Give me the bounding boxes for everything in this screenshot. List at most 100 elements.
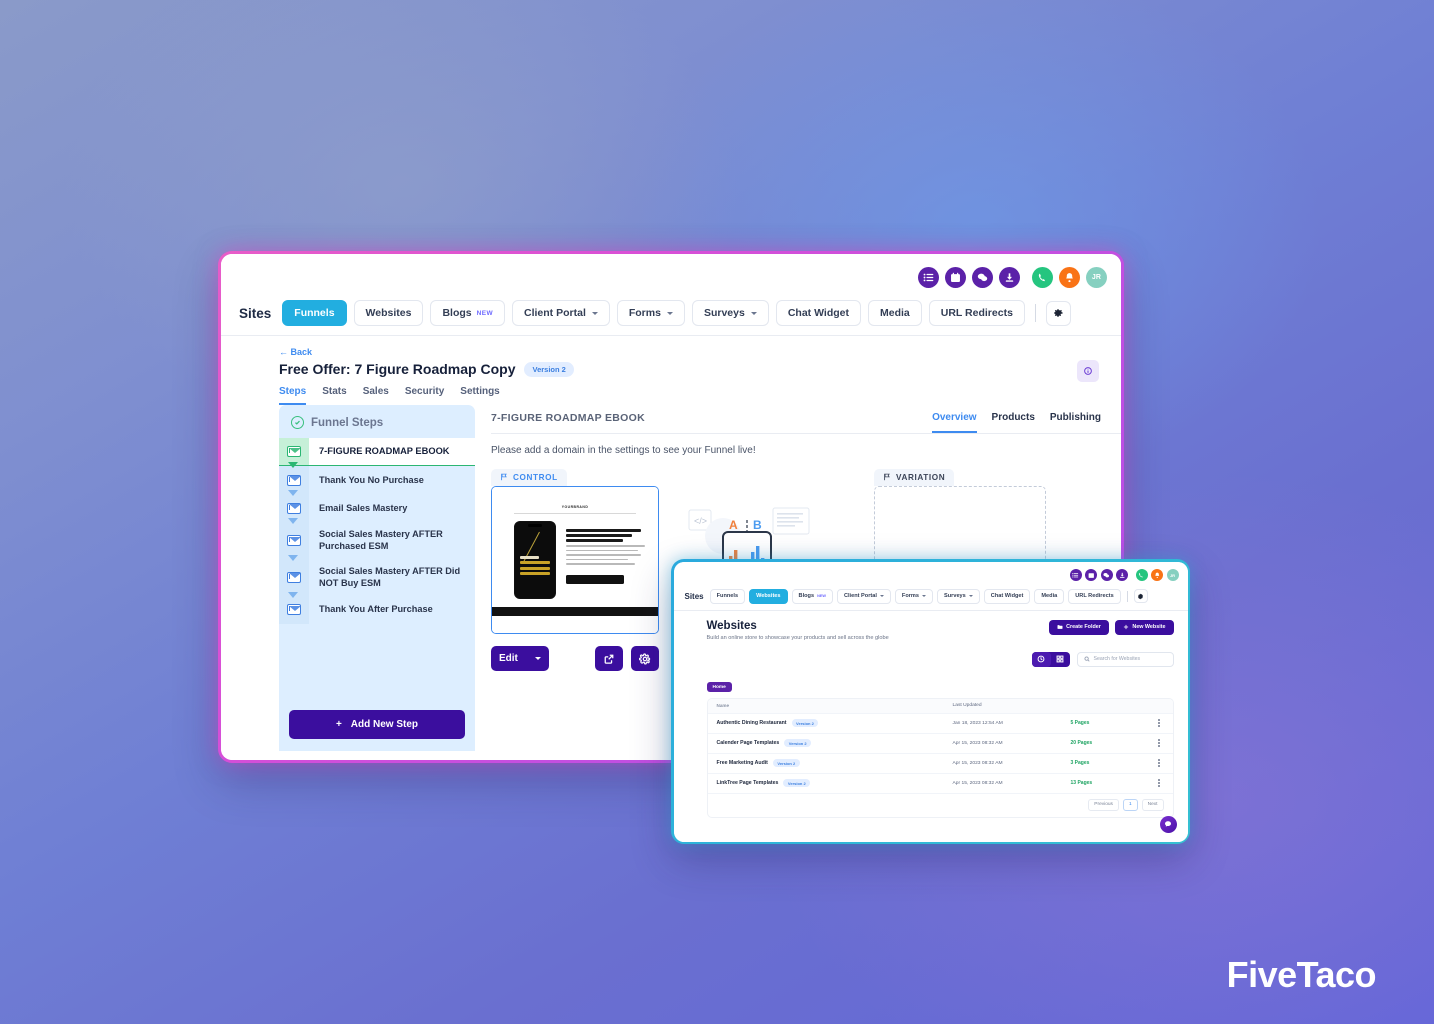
tab-publishing[interactable]: Publishing — [1050, 412, 1101, 433]
nav-item-funnels[interactable]: Funnels — [709, 588, 746, 604]
phone-icon[interactable] — [1135, 569, 1148, 581]
column-header-last-updated: Last Updated — [952, 703, 982, 708]
row-actions-cell — [1127, 719, 1164, 727]
website-name-cell: Calender Page Templates Version 2 — [717, 738, 953, 748]
nav-item-surveys[interactable]: Surveys — [691, 300, 769, 326]
nav-item-forms[interactable]: Forms — [616, 300, 685, 326]
website-name: LinkTree Page Templates — [716, 780, 779, 786]
nav-item-surveys[interactable]: Surveys — [937, 588, 980, 604]
nav-label: Blogs — [798, 593, 815, 599]
list-item[interactable]: Social Sales Mastery AFTER Did NOT Buy E… — [279, 554, 475, 596]
table-row[interactable]: Free Marketing Audit Version 2 Apr 15, 2… — [707, 754, 1173, 774]
open-external-button[interactable] — [595, 646, 623, 671]
list-item[interactable]: 7-FIGURE ROADMAP EBOOK — [279, 438, 475, 466]
svg-text:</>: </> — [694, 516, 707, 526]
list-item[interactable]: Thank You No Purchase — [279, 462, 475, 494]
avatar[interactable]: JR — [1166, 569, 1179, 581]
nav-label: Websites — [365, 307, 412, 319]
website-name: Authentic Dining Restaurant — [716, 720, 787, 726]
nav-item-client-portal[interactable]: Client Portal — [836, 588, 891, 604]
pagination-previous[interactable]: Previous — [1088, 798, 1119, 811]
preview-settings-button[interactable] — [631, 646, 659, 671]
tab-settings[interactable]: Settings — [460, 386, 499, 405]
step-rail — [279, 518, 309, 559]
info-button[interactable] — [1077, 360, 1099, 382]
list-icon[interactable] — [918, 266, 939, 288]
domain-notice: Please add a domain in the settings to s… — [491, 445, 756, 456]
support-chat-button[interactable] — [1159, 815, 1177, 833]
thumbnail-footer-bar — [492, 607, 658, 616]
table-row[interactable]: Calender Page Templates Version 2 Apr 15… — [707, 734, 1173, 754]
tab-stats[interactable]: Stats — [322, 386, 346, 405]
table-header-row: Name Last Updated — [707, 698, 1173, 714]
pagination-current-page[interactable]: 1 — [1122, 798, 1138, 811]
breadcrumb-home[interactable]: Home — [706, 682, 732, 692]
list-item[interactable]: Thank You After Purchase — [279, 591, 475, 624]
phone-text-lines — [520, 556, 550, 578]
nav-label: URL Redirects — [940, 307, 1013, 319]
tab-sales[interactable]: Sales — [363, 386, 389, 405]
page-subtitle: Build an online store to showcase your p… — [706, 634, 889, 641]
kebab-menu-icon[interactable] — [1157, 719, 1164, 727]
nav-item-blogs[interactable]: Blogs NEW — [430, 300, 506, 326]
nav-item-media[interactable]: Media — [1034, 588, 1065, 604]
control-preview[interactable]: YOURBRAND — [491, 486, 659, 634]
variation-tag-label: VARIATION — [896, 472, 946, 482]
settings-gear-button[interactable] — [1045, 300, 1071, 326]
new-website-button[interactable]: New Website — [1114, 619, 1174, 635]
nav-item-url-redirects[interactable]: URL Redirects — [928, 300, 1025, 326]
tab-products[interactable]: Products — [992, 412, 1035, 433]
email-icon — [287, 604, 301, 616]
last-updated-cell: Apr 15, 2023 08:32 AM — [952, 780, 1003, 786]
back-link[interactable]: ← Back — [279, 347, 1103, 357]
content-tabs: Overview Products Publishing — [932, 412, 1101, 433]
search-input[interactable]: Search for Websites — [1076, 651, 1174, 667]
nav-item-forms[interactable]: Forms — [894, 588, 934, 604]
table-row[interactable]: Authentic Dining Restaurant Version 2 Ja… — [707, 714, 1173, 734]
add-new-step-button[interactable]: + Add New Step — [289, 710, 465, 739]
kebab-menu-icon[interactable] — [1157, 759, 1164, 767]
websites-actions: Create Folder New Website — [1048, 619, 1174, 635]
calendar-icon[interactable] — [945, 266, 966, 288]
settings-gear-button[interactable] — [1133, 589, 1148, 603]
second-header-icon-strip: JR — [674, 562, 1188, 589]
chat-icon[interactable] — [972, 266, 993, 288]
nav-item-chat-widget[interactable]: Chat Widget — [775, 300, 861, 326]
grid-view-toggle[interactable] — [1051, 652, 1070, 667]
kebab-menu-icon[interactable] — [1157, 739, 1164, 747]
pagination-next[interactable]: Next — [1141, 798, 1164, 811]
edit-button[interactable]: Edit — [491, 646, 549, 671]
nav-item-chat-widget[interactable]: Chat Widget — [983, 588, 1031, 604]
bell-icon[interactable] — [1059, 266, 1080, 288]
table-row[interactable]: LinkTree Page Templates Version 2 Apr 15… — [707, 774, 1173, 794]
tab-security[interactable]: Security — [405, 386, 444, 405]
calendar-icon[interactable] — [1085, 569, 1097, 581]
nav-item-client-portal[interactable]: Client Portal — [512, 300, 610, 326]
chat-icon[interactable] — [1100, 569, 1113, 581]
kebab-menu-icon[interactable] — [1157, 779, 1164, 787]
list-icon[interactable] — [1069, 569, 1082, 581]
view-toggle-group — [1031, 651, 1070, 667]
funnel-subtabs: Steps Stats Sales Security Settings — [279, 386, 1103, 405]
bell-icon[interactable] — [1151, 569, 1163, 581]
nav-item-funnels[interactable]: Funnels — [282, 300, 347, 326]
gear-icon — [639, 652, 651, 665]
nav-item-websites[interactable]: Websites — [353, 300, 424, 326]
tab-steps[interactable]: Steps — [279, 386, 307, 405]
list-item[interactable]: Email Sales Mastery — [279, 490, 475, 522]
create-folder-button[interactable]: Create Folder — [1048, 619, 1109, 635]
recent-view-toggle[interactable] — [1031, 651, 1051, 667]
chevron-down-icon — [535, 657, 541, 660]
avatar[interactable]: JR — [1086, 266, 1107, 288]
tab-overview[interactable]: Overview — [932, 412, 977, 433]
nav-item-url-redirects[interactable]: URL Redirects — [1068, 588, 1121, 604]
download-icon[interactable] — [999, 266, 1020, 288]
download-icon[interactable] — [1116, 569, 1128, 581]
nav-item-websites[interactable]: Websites — [749, 588, 788, 604]
phone-icon[interactable] — [1032, 266, 1053, 288]
nav-item-media[interactable]: Media — [867, 300, 922, 326]
nav-item-blogs[interactable]: Blogs NEW — [791, 588, 833, 604]
step-rail — [279, 591, 309, 624]
list-item[interactable]: Social Sales Mastery AFTER Purchased ESM — [279, 518, 475, 559]
arrow-down-icon — [288, 462, 298, 468]
